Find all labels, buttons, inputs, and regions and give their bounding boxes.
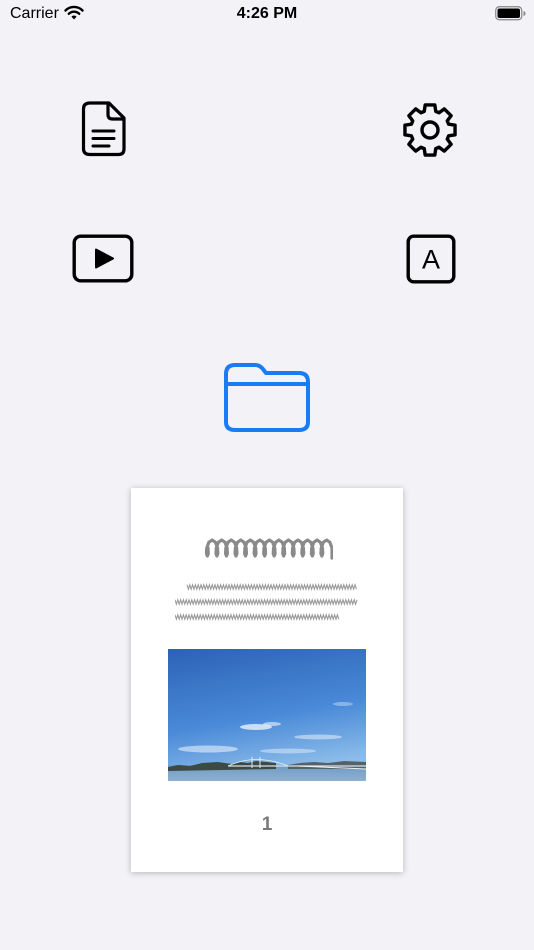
title-scribble (204, 538, 333, 560)
gear-icon (403, 103, 457, 157)
document-icon (81, 101, 126, 157)
status-time: 4:26 PM (236, 5, 298, 22)
font-glyph: A (422, 245, 440, 275)
text-scribble (175, 582, 358, 622)
folder-button[interactable] (222, 362, 312, 439)
folder-icon (224, 363, 310, 432)
page-number: 1 (261, 814, 273, 835)
page-preview[interactable]: 1 (131, 488, 403, 872)
font-icon: A (406, 234, 456, 284)
document-button[interactable] (78, 100, 128, 163)
settings-button[interactable] (401, 101, 459, 164)
play-button[interactable] (72, 234, 134, 289)
font-button[interactable]: A (406, 234, 456, 289)
battery-icon (495, 6, 526, 26)
landscape-photo (168, 649, 366, 781)
status-bar: Carrier 4:26 PM (0, 0, 534, 28)
play-icon (72, 234, 134, 283)
